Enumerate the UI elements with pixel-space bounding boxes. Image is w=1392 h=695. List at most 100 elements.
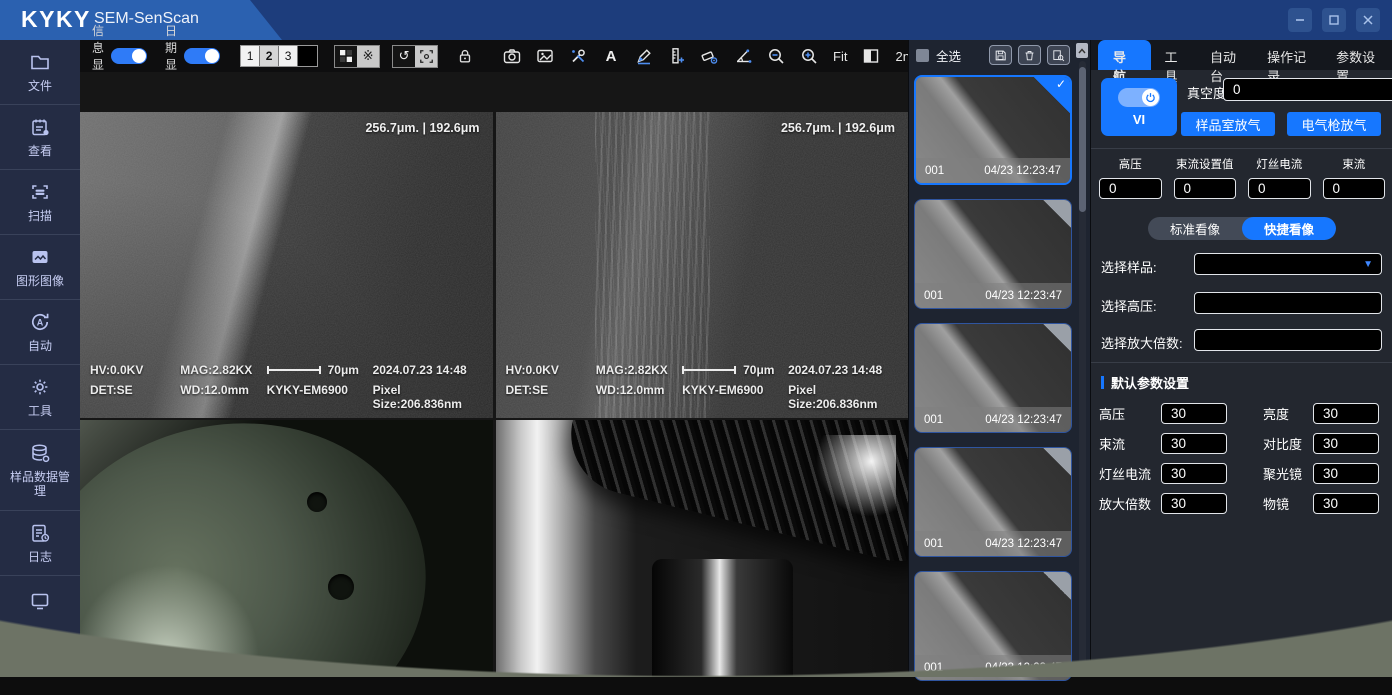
param-brightness-input[interactable]	[1313, 403, 1379, 424]
mag-readout: MAG:2.82KX	[596, 363, 682, 377]
param-magnification-input[interactable]	[1161, 493, 1227, 514]
param-hv-input[interactable]	[1161, 403, 1227, 424]
vent-chamber-button[interactable]: 样品室放气	[1181, 112, 1275, 136]
device-label: KYKY-EM6900	[267, 383, 373, 411]
scrollbar-thumb[interactable]	[1079, 67, 1086, 212]
database-icon	[29, 442, 51, 464]
thumbnail-caption: 001 04/23 12:23:47	[916, 158, 1070, 183]
standard-imaging-button[interactable]: 标准看像	[1148, 217, 1242, 240]
hv-readout: HV:0.0KV	[90, 363, 180, 377]
refresh-scan-button[interactable]: ↺	[393, 46, 415, 67]
param-label-hv: 高压	[1099, 404, 1161, 423]
tab-operation-log[interactable]: 操作记录	[1258, 40, 1323, 70]
sidebar-item-more[interactable]	[0, 576, 80, 676]
scale-bar-line	[267, 369, 321, 371]
view-2-button[interactable]: 2	[260, 46, 279, 66]
quick-imaging-button[interactable]: 快捷看像	[1242, 217, 1336, 240]
datetime-readout: 2024.07.23 14:48	[788, 363, 898, 377]
hv-input[interactable]	[1099, 178, 1162, 199]
sidebar-item-log[interactable]: 日志	[0, 511, 80, 576]
vi-toggle-knob	[1142, 89, 1159, 106]
sidebar: 文件 查看 扫描 图形图像 A 自动 工具 样品数据管理 日志	[0, 40, 80, 677]
add-text-button[interactable]: A	[599, 44, 623, 68]
tab-navigation[interactable]: 导航	[1098, 40, 1151, 70]
date-display-toggle[interactable]	[184, 48, 220, 64]
minimize-button[interactable]	[1288, 8, 1312, 32]
thumbnail-item[interactable]: ✓ 001 04/23 12:23:47	[914, 75, 1072, 185]
beam-input[interactable]	[1323, 178, 1386, 199]
thumbnail-item[interactable]: 001 04/23 12:23:47	[914, 323, 1072, 433]
beam-set-input[interactable]	[1174, 178, 1237, 199]
vacuum-input[interactable]	[1223, 78, 1392, 101]
sidebar-item-files[interactable]: 文件	[0, 40, 80, 105]
scale-bar-value: 70μm	[743, 363, 774, 377]
thumbnail-caption: 001 04/23 12:23:47	[915, 655, 1071, 680]
zoom-out-icon	[766, 46, 786, 66]
panel-tabs: 导航 工具 自动台 操作记录 参数设置	[1091, 40, 1392, 70]
param-label-contrast: 对比度	[1263, 434, 1313, 453]
dot-grid-button[interactable]: ※	[357, 46, 379, 67]
param-contrast-input[interactable]	[1313, 433, 1379, 454]
thumbnail-item[interactable]: 001 04/23 12:23:47	[914, 447, 1072, 557]
select-hv-field[interactable]	[1194, 292, 1382, 314]
annotate-pen-button[interactable]	[632, 44, 656, 68]
thumbnail-item[interactable]: 001 04/23 12:23:47	[914, 199, 1072, 309]
control-panel: 导航 工具 自动台 操作记录 参数设置 VI 真空度 样品室放气 电气枪放气	[1090, 40, 1392, 677]
lock-button[interactable]	[453, 44, 477, 68]
filament-input[interactable]	[1248, 178, 1311, 199]
thumbnail-id: 001	[924, 290, 943, 302]
save-images-button[interactable]	[989, 45, 1012, 65]
checker-layout-button[interactable]	[335, 46, 357, 67]
measure-button[interactable]	[665, 44, 689, 68]
sidebar-item-view[interactable]: 查看	[0, 105, 80, 170]
close-button[interactable]	[1356, 8, 1380, 32]
default-params-grid: 高压 亮度 束流 对比度 灯丝电流 聚光镜	[1099, 402, 1387, 522]
sidebar-item-images[interactable]: 图形图像	[0, 235, 80, 300]
tab-auto-stage[interactable]: 自动台	[1201, 40, 1254, 70]
view-3-button[interactable]: 3	[279, 46, 298, 66]
chamber-camera-view[interactable]	[496, 420, 909, 677]
capture-photo-button[interactable]	[500, 44, 524, 68]
zoom-out-button[interactable]	[764, 44, 788, 68]
sem-image-1[interactable]: 256.7μm. | 192.6μm HV:0.0KV MAG:2.82KX 7…	[80, 112, 493, 418]
tab-tools[interactable]: 工具	[1155, 40, 1196, 70]
fit-button[interactable]: Fit	[833, 49, 847, 64]
param-objective-input[interactable]	[1313, 493, 1379, 514]
focus-frame-button[interactable]	[415, 46, 437, 67]
info-display-toggle[interactable]	[111, 48, 147, 64]
sidebar-item-sample-data[interactable]: 样品数据管理	[0, 430, 80, 511]
maximize-button[interactable]	[1322, 8, 1346, 32]
select-all-checkbox[interactable]	[916, 49, 929, 62]
angle-measure-button[interactable]	[731, 44, 755, 68]
sidebar-item-tools[interactable]: 工具	[0, 365, 80, 430]
chevron-up-icon	[1078, 48, 1086, 54]
sidebar-item-scan[interactable]: 扫描	[0, 170, 80, 235]
image-adjust-button[interactable]	[533, 44, 557, 68]
sidebar-item-auto[interactable]: A 自动	[0, 300, 80, 365]
stage-camera-view[interactable]	[80, 420, 493, 677]
zoom-in-button[interactable]	[797, 44, 821, 68]
delete-images-button[interactable]	[1018, 45, 1041, 65]
scroll-up-button[interactable]	[1076, 43, 1088, 58]
param-condenser-input[interactable]	[1313, 463, 1379, 484]
select-mag-field[interactable]	[1194, 329, 1382, 351]
split-view-button[interactable]	[859, 44, 883, 68]
view-1-button[interactable]: 1	[241, 46, 260, 66]
preview-images-button[interactable]	[1047, 45, 1070, 65]
eraser-visibility-button[interactable]	[698, 44, 722, 68]
select-sample-dropdown[interactable]: ▼	[1194, 253, 1382, 275]
sem-image-2[interactable]: 256.7μm. | 192.6μm HV:0.0KV MAG:2.82KX 7…	[496, 112, 909, 418]
vi-toggle[interactable]	[1118, 88, 1160, 107]
vent-gun-button[interactable]: 电气枪放气	[1287, 112, 1381, 136]
vi-power-card[interactable]: VI	[1101, 78, 1177, 136]
thumbnail-item[interactable]: 001 04/23 12:23:47	[914, 571, 1072, 681]
focus-frame-icon	[419, 49, 434, 64]
divider	[1091, 362, 1392, 363]
tab-parameter-settings[interactable]: 参数设置	[1327, 40, 1392, 70]
param-beam-input[interactable]	[1161, 433, 1227, 454]
view-4-button[interactable]	[298, 46, 317, 66]
scrollbar-track[interactable]	[1079, 61, 1086, 671]
scale-bar-line	[682, 369, 736, 371]
param-filament-input[interactable]	[1161, 463, 1227, 484]
tools-button[interactable]	[566, 44, 590, 68]
